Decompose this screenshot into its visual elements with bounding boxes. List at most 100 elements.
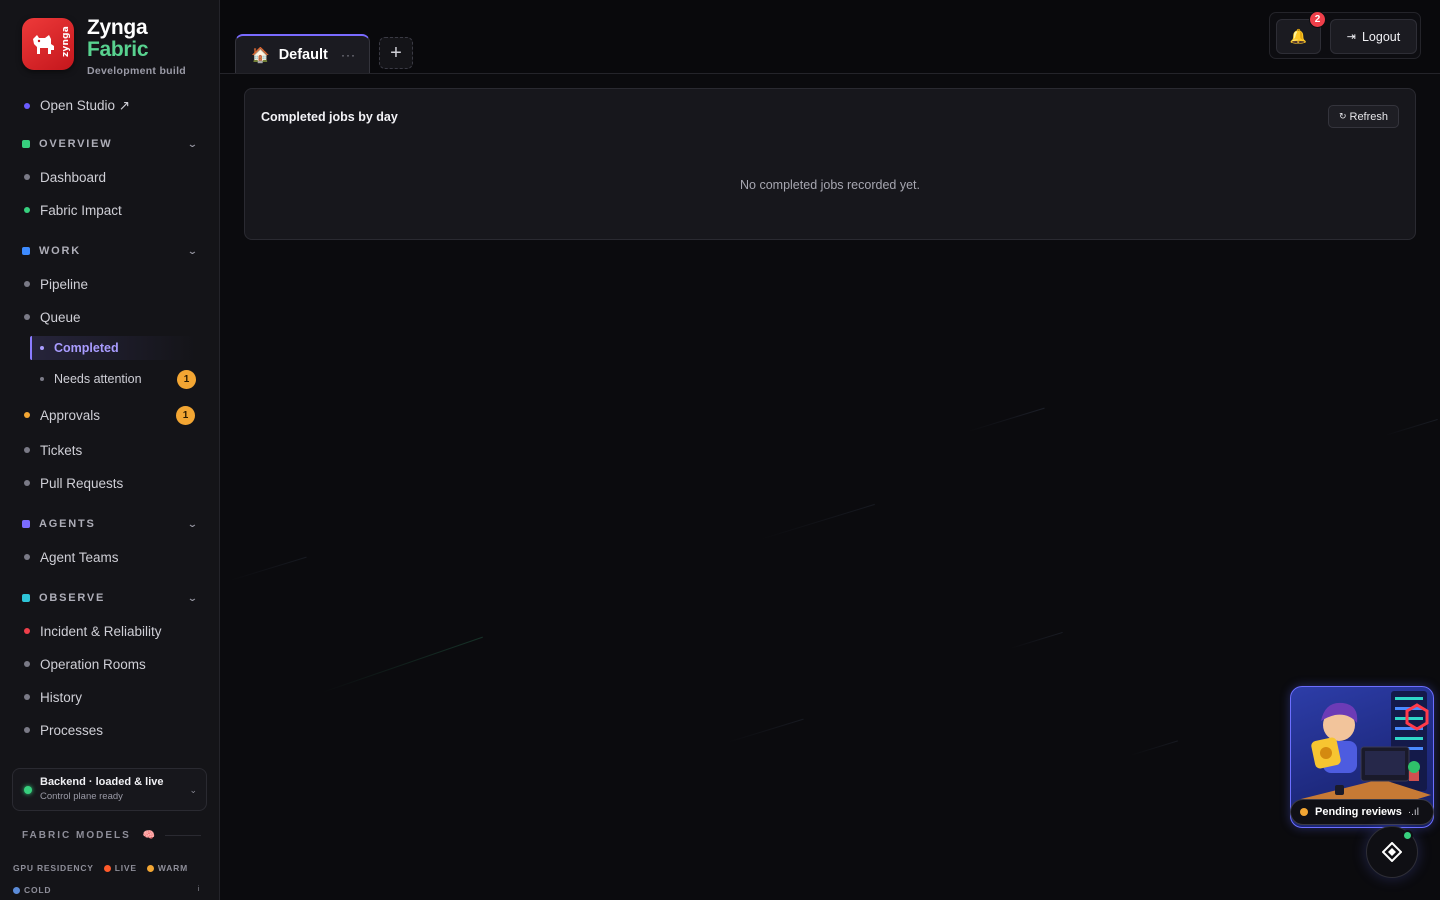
divider [165,835,202,836]
section-agents[interactable]: AGENTS ⌄ [22,516,198,532]
section-work[interactable]: WORK ⌄ [22,243,198,259]
nav-dot [24,174,30,180]
section-overview[interactable]: OVERVIEW ⌄ [22,136,198,152]
zynga-logo: zynga [22,18,74,70]
tab-default[interactable]: 🏠 Default ··· [235,34,370,73]
chevron-down-icon: ⌄ [186,245,200,256]
open-studio-link[interactable]: Open Studio ↗ [24,96,130,116]
header-actions: 🔔 2 ⇥ Logout [1269,11,1421,59]
gpu-cold-legend: COLD [13,884,51,896]
nav-dot [24,694,30,700]
pending-reviews-pill[interactable]: Pending reviews ·.ıl [1290,799,1434,825]
refresh-button[interactable]: ↻ Refresh [1328,105,1399,128]
brand-name: Zynga [87,16,148,39]
top-bar: 🏠 Default ··· + 🔔 2 ⇥ Logout [220,0,1440,74]
info-icon[interactable]: i [193,884,204,895]
sidebar-item-incident[interactable]: Incident & Reliability [24,621,162,641]
sidebar-item-label: Needs attention [54,372,142,386]
sidebar-item-history[interactable]: History [24,687,82,707]
sidebar-item-approvals[interactable]: Approvals 1 [24,405,196,425]
count-badge: 1 [177,369,196,389]
sidebar-item-label: Approvals [40,407,101,423]
sidebar-item-label: History [40,689,83,705]
background-streak [1384,418,1438,436]
refresh-label: Refresh [1349,110,1389,123]
pending-reviews-label: Pending reviews [1315,806,1402,818]
status-dot [24,786,32,794]
sidebar-item-dashboard[interactable]: Dashboard [24,167,106,187]
sidebar-item-label: Tickets [40,442,83,458]
gpu-label: GPU RESIDENCY [13,863,94,873]
chevron-down-icon: ⌄ [189,785,197,795]
sidebar-item-label: Pull Requests [40,475,124,491]
home-icon: 🏠 [251,46,270,64]
sidebar-item-pull-requests[interactable]: Pull Requests [24,473,123,493]
background-streak [321,636,483,693]
sidebar-item-operation-rooms[interactable]: Operation Rooms [24,654,146,674]
background-streak [1009,631,1063,649]
chevron-down-icon: ⌄ [186,592,200,603]
nav-dot [24,314,30,320]
section-label: OVERVIEW [39,138,113,150]
sidebar-item-processes[interactable]: Processes [24,720,103,740]
nav-dot [40,377,44,381]
sidebar-item-label: Incident & Reliability [40,623,162,639]
sidebar-item-agent-teams[interactable]: Agent Teams [24,547,119,567]
background-streak [726,718,804,743]
tab-label: Default [278,46,328,63]
more-icon[interactable]: ··· [341,48,356,62]
count-badge: 1 [176,405,195,425]
signal-icon: ·.ıl [1407,806,1419,818]
section-dot [22,140,30,148]
nav-dot [24,628,30,634]
cold-dot [13,886,20,894]
sidebar-item-label: Completed [54,341,119,355]
section-dot [22,594,30,602]
nav-dot [24,447,30,453]
nav-dot [24,207,30,213]
fabric-models-heading: FABRIC MODELS 🧠 [22,830,202,841]
sidebar-item-needs-attention[interactable]: Needs attention 1 [30,367,196,391]
live-label: LIVE [114,863,137,873]
add-tab-button[interactable]: + [379,37,413,69]
sidebar-item-queue[interactable]: Queue [24,307,81,327]
empty-state-message: No completed jobs recorded yet. [740,178,920,192]
section-observe[interactable]: OBSERVE ⌄ [22,590,198,606]
nav-dot [40,346,44,350]
logout-label: Logout [1361,29,1401,44]
panel-title: Completed jobs by day [261,110,398,124]
sidebar-item-fabric-impact[interactable]: Fabric Impact [24,200,122,220]
nav-dot [24,412,30,418]
gpu-residency-legend: GPU RESIDENCY LIVE WARM [13,862,188,874]
online-indicator [1402,830,1413,841]
background-streak [1129,740,1178,756]
nav-dot [24,480,30,486]
chevron-down-icon: ⌄ [186,138,200,149]
logout-button[interactable]: ⇥ Logout [1330,19,1417,54]
sidebar-item-pipeline[interactable]: Pipeline [24,274,88,294]
brain-icon: 🧠 [142,830,158,841]
background-streak [229,556,307,581]
sidebar-item-tickets[interactable]: Tickets [24,440,82,460]
open-studio-label: Open Studio ↗ [40,98,131,113]
section-label: WORK [39,245,82,257]
sidebar-item-label: Queue [40,309,81,325]
brand[interactable]: zynga Zynga Fabric Development build [22,16,187,77]
section-dot [22,247,30,255]
live-dot [103,864,111,872]
refresh-icon: ↻ [1338,111,1347,121]
sidebar: zynga Zynga Fabric Development build Ope… [0,0,220,900]
sidebar-item-label: Operation Rooms [40,656,146,672]
bell-icon: 🔔 [1289,28,1308,44]
backend-status-card[interactable]: Backend · loaded & live Control plane re… [12,768,207,811]
warm-label: WARM [157,863,188,873]
build-label: Development build [87,65,187,77]
logout-icon: ⇥ [1346,31,1356,43]
chevron-down-icon: ⌄ [186,518,200,529]
section-dot [22,520,30,528]
status-dot [1300,808,1308,816]
backend-status: Backend · loaded & live [40,776,164,788]
sidebar-item-completed[interactable]: Completed [30,336,196,360]
nav-dot [24,661,30,667]
section-label: OBSERVE [39,592,106,604]
